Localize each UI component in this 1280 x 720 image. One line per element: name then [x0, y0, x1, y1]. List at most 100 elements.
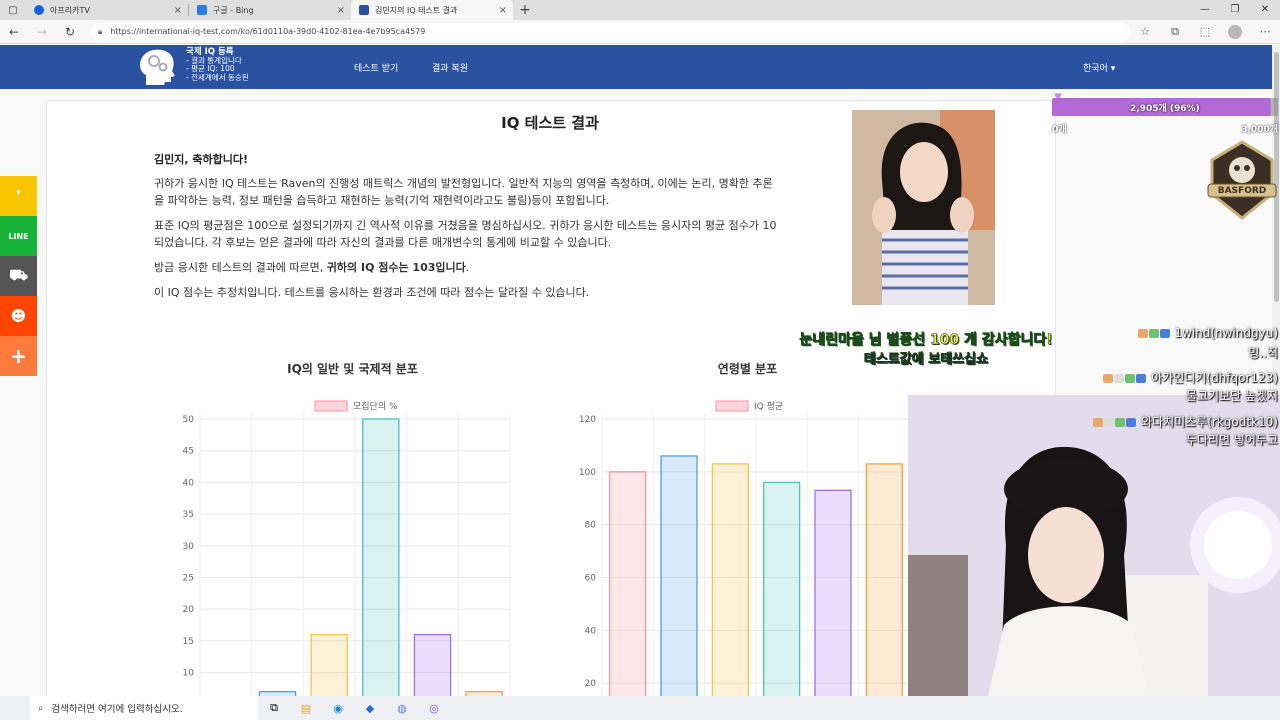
- file-explorer-icon[interactable]: ▤: [290, 696, 322, 720]
- donation-alert-message: 테스트값에 보태쓰십쇼: [863, 352, 989, 368]
- description-paragraph: 귀하가 응시한 IQ 테스트는 Raven의 진행성 매트릭스 개념의 발전형입…: [154, 175, 854, 209]
- new-tab-button[interactable]: +: [513, 0, 537, 20]
- paragraph-line: 되었습니다. 각 후보는 얻은 결과에 따라 자신의 결과를 다른 매개변수의 …: [154, 236, 612, 249]
- y-tick-label: 100: [579, 468, 596, 478]
- reddit-icon: ☻: [10, 307, 27, 325]
- bar: [310, 633, 348, 696]
- refresh-icon[interactable]: ↻: [56, 25, 84, 39]
- tab-label: 구글 - Bing: [213, 5, 254, 15]
- share-kakao-button[interactable]: ❜: [0, 176, 37, 216]
- donation-min: 0개: [1052, 125, 1067, 135]
- share-reddit-button[interactable]: ☻: [0, 296, 37, 336]
- share-more-button[interactable]: +: [0, 336, 37, 376]
- chat-username: 와다치미츠루(rkgodtk10): [1093, 413, 1278, 430]
- browser-tab-bar: ▢ 아프리카TV × 구글 - Bing × 김민지의 IQ 테스트 결과 × …: [0, 0, 1280, 20]
- y-tick-label: 20: [183, 605, 195, 615]
- basford-badge-logo: BASFORD: [1206, 140, 1278, 220]
- url-text: https://international-iq-test.com/ko/61d…: [110, 27, 426, 36]
- forward-icon[interactable]: →: [28, 25, 56, 39]
- edge-browser-icon[interactable]: ◉: [322, 696, 354, 720]
- sub-badge-icon: [1115, 418, 1126, 427]
- minimize-icon[interactable]: —: [1190, 0, 1220, 20]
- chat-message: 두다리면 넣어두고: [1185, 433, 1278, 447]
- streamer-portrait: [852, 110, 995, 305]
- messenger-icon[interactable]: ◎: [418, 696, 450, 720]
- window-controls: — ❐ ✕: [1190, 0, 1280, 20]
- profile-avatar[interactable]: [1228, 24, 1242, 39]
- disclaimer-paragraph: 이 IQ 점수는 추정치입니다. 테스트를 응시하는 환경과 조건에 따라 점수…: [154, 286, 590, 299]
- chat-username: 1wind(nwindgyu): [1137, 326, 1278, 340]
- browser-tab-iq-result[interactable]: 김민지의 IQ 테스트 결과 ×: [351, 0, 513, 20]
- bar: [814, 489, 852, 696]
- language-dropdown[interactable]: 한국어 ▾: [1083, 61, 1115, 74]
- window-menu-icon[interactable]: ▢: [0, 0, 26, 20]
- nav-take-test[interactable]: 테스트 받기: [354, 61, 398, 74]
- bing-favicon-icon: [197, 5, 207, 15]
- score-suffix: .: [465, 261, 470, 274]
- chat-name-text: 와다치미츠루(rkgodtk10): [1141, 415, 1278, 429]
- close-icon[interactable]: ×: [174, 5, 182, 16]
- tab-label: 김민지의 IQ 테스트 결과: [375, 5, 458, 15]
- legend-label: IQ 평균: [754, 401, 783, 412]
- brain-head-logo-icon[interactable]: [136, 47, 178, 87]
- close-icon[interactable]: ×: [337, 5, 345, 16]
- windows-taskbar: ⌕ 검색하려면 여기에 입력하십시오. ⧉ ▤ ◉ ◆ ◍ ◎: [0, 696, 1280, 720]
- share-band-button[interactable]: ⛟: [0, 256, 37, 296]
- average-paragraph: 표준 IQ의 평균점은 100으로 설정되기까지 긴 역사적 이유를 거쳤음을 …: [154, 217, 854, 251]
- donation-amount: 2,905개 (96%): [1130, 104, 1200, 114]
- sub-badge-icon: [1125, 374, 1136, 383]
- back-icon[interactable]: ←: [0, 25, 28, 39]
- caret-down-icon: ▾: [1110, 64, 1116, 74]
- maximize-icon[interactable]: ❐: [1220, 0, 1250, 20]
- nav-restore-result[interactable]: 결과 복원: [432, 61, 468, 74]
- vip-badge-icon: [1136, 374, 1147, 383]
- url-bar[interactable]: 🔒︎ https://international-iq-test.com/ko/…: [90, 22, 1130, 41]
- language-label: 한국어: [1083, 64, 1108, 74]
- logo-text: 국제 IQ 등록 - 결과 통계입니다 - 평균 IQ: 100 - 전세계에서…: [186, 48, 249, 82]
- y-tick-label: 40: [183, 478, 195, 488]
- vip-badge-icon: [1126, 418, 1137, 427]
- y-tick-label: 35: [183, 510, 194, 520]
- score-prefix: 방금 응시한 테스트의 결과에 따르면,: [154, 261, 327, 274]
- badge-text: BASFORD: [1217, 186, 1267, 196]
- more-options-icon[interactable]: ⋯: [1250, 25, 1280, 38]
- browser-tab-afreeca[interactable]: 아프리카TV ×: [26, 0, 188, 20]
- close-icon[interactable]: ×: [499, 5, 507, 16]
- y-tick-label: 120: [579, 415, 596, 425]
- lock-icon: 🔒︎: [98, 26, 103, 36]
- user-avatar-icon: [1103, 374, 1114, 383]
- extensions-icon[interactable]: ⬚: [1190, 25, 1220, 38]
- score-text: 귀하의 IQ 점수는 103입니다: [326, 261, 466, 274]
- chart-legend: 모집단의 %: [314, 400, 398, 412]
- plus-icon: +: [10, 344, 27, 368]
- address-toolbar: ← → ↻ 🔒︎ https://international-iq-test.c…: [0, 20, 1280, 44]
- user-avatar-icon: [1093, 418, 1104, 427]
- afreeca-app-icon[interactable]: ◍: [386, 696, 418, 720]
- legend-swatch: [715, 400, 749, 412]
- kakao-icon: ❜: [15, 187, 22, 205]
- y-tick-label: 20: [585, 679, 597, 689]
- logo-line: - 전세계에서 동승된: [186, 72, 249, 82]
- paragraph-line: 귀하가 응시한 IQ 테스트는 Raven의 진행성 매트릭스 개념의 발전형입…: [154, 177, 773, 190]
- app-icon[interactable]: ◆: [354, 696, 386, 720]
- y-tick-label: 15: [183, 637, 194, 647]
- close-window-icon[interactable]: ✕: [1250, 0, 1280, 20]
- bar: [362, 418, 400, 696]
- collections-icon[interactable]: ⧉: [1160, 25, 1190, 39]
- line-icon: LINE: [8, 231, 29, 241]
- browser-tab-bing[interactable]: 구글 - Bing ×: [189, 0, 351, 20]
- page-title: IQ 테스트 결과: [501, 114, 599, 132]
- bar: [413, 633, 452, 696]
- taskbar-search-input[interactable]: ⌕ 검색하려면 여기에 입력하십시오.: [30, 696, 258, 720]
- donation-goal-widget: ♥ 2,905개 (96%) 0개 3,000개: [1052, 90, 1280, 140]
- chart-legend: IQ 평균: [715, 400, 783, 412]
- bar: [763, 481, 801, 696]
- favorite-icon[interactable]: ☆: [1130, 25, 1160, 38]
- task-view-icon[interactable]: ⧉: [258, 696, 290, 720]
- search-icon: ⌕: [38, 702, 44, 714]
- share-line-button[interactable]: LINE: [0, 216, 37, 256]
- y-tick-label: 50: [183, 415, 195, 425]
- chat-name-text: 아가인디기(dhfqor123): [1151, 371, 1278, 385]
- chat-message: 밍..직: [1248, 346, 1278, 360]
- bar: [865, 463, 903, 696]
